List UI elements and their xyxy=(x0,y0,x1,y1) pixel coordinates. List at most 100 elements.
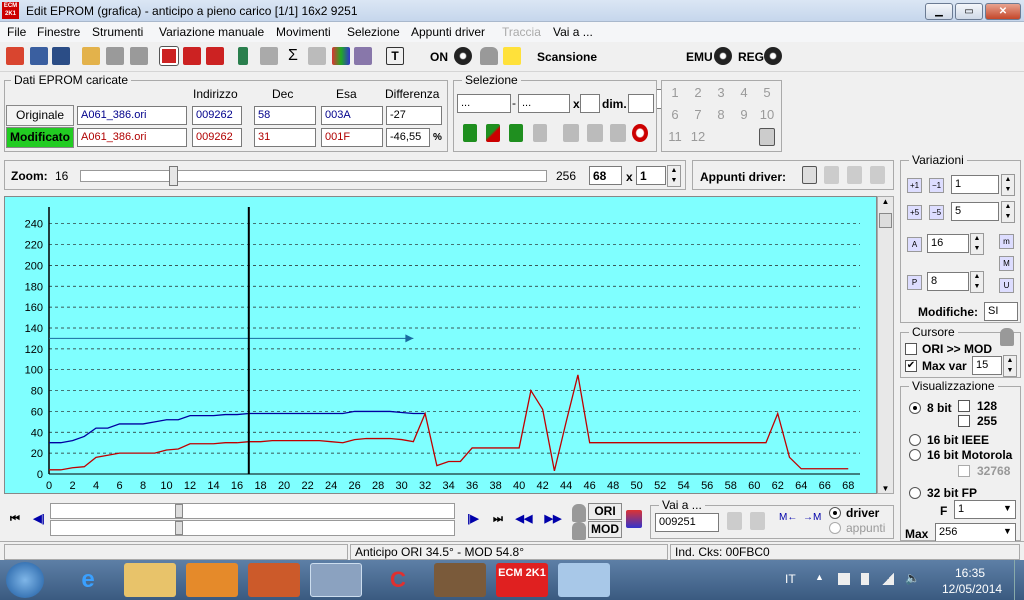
clipboard-icon[interactable] xyxy=(759,128,775,146)
media-player-icon[interactable] xyxy=(186,563,238,597)
radio-8bit[interactable] xyxy=(909,402,921,414)
nav-next-icon[interactable]: |▶ xyxy=(462,506,484,532)
minus5-icon[interactable]: −5 xyxy=(929,205,944,220)
lang-indicator[interactable]: IT xyxy=(785,572,796,586)
scroll-thumb[interactable] xyxy=(879,213,892,228)
minimize-button[interactable]: ▁ xyxy=(925,3,953,20)
menu-movimenti[interactable]: Movimenti xyxy=(276,25,331,39)
emule-icon[interactable] xyxy=(434,563,486,597)
control-panel-icon[interactable] xyxy=(248,563,300,597)
check-icon[interactable] xyxy=(159,46,179,66)
tray-volume-icon[interactable]: 🔈 xyxy=(905,571,920,585)
zoom-value-input[interactable]: 68 xyxy=(589,166,622,185)
nav-scrollbar-bottom-thumb[interactable] xyxy=(175,521,183,535)
select-range-icon[interactable] xyxy=(509,124,523,142)
print-icon[interactable] xyxy=(308,47,326,65)
var-step1-input[interactable]: 1 xyxy=(951,175,999,194)
anticipo-chart[interactable]: 0204060801001201401601802002202400 2 4 6 8 10… xyxy=(5,197,878,495)
var-step1-spinner[interactable]: ▲ ▼ xyxy=(1001,174,1015,196)
edit-icon[interactable] xyxy=(260,47,278,65)
selezione-x-input[interactable] xyxy=(580,94,600,113)
vaia-left-icon[interactable] xyxy=(727,512,742,530)
u-icon[interactable]: U xyxy=(999,278,1014,293)
menu-traccia[interactable]: Traccia xyxy=(502,25,541,39)
nav-prev-icon[interactable]: ◀| xyxy=(28,506,50,532)
paste-sel-icon[interactable] xyxy=(587,124,603,142)
zoom-slider-thumb[interactable] xyxy=(169,166,179,186)
nav-scrollbar-top-thumb[interactable] xyxy=(175,504,183,518)
mod-button[interactable]: MOD xyxy=(588,521,622,538)
numpad-1[interactable]: 1 xyxy=(666,85,684,100)
appunti-paste-icon[interactable] xyxy=(824,166,839,184)
undo-sel-icon[interactable] xyxy=(632,124,648,142)
numpad-6[interactable]: 6 xyxy=(666,107,684,122)
numpad-9[interactable]: 9 xyxy=(735,107,753,122)
var-a-spinner[interactable]: ▲ ▼ xyxy=(970,233,984,255)
scroll-up-icon[interactable]: ▲ xyxy=(878,197,893,206)
m-top-icon[interactable]: m xyxy=(999,234,1014,249)
text-icon[interactable]: T xyxy=(386,47,404,65)
clock-time[interactable]: 16:35 xyxy=(955,566,985,580)
save-as-icon[interactable] xyxy=(130,47,148,65)
compare-icon[interactable] xyxy=(626,510,642,528)
ori-mod-checkbox[interactable] xyxy=(905,343,917,355)
plus5-icon[interactable]: +5 xyxy=(907,205,922,220)
numpad-8[interactable]: 8 xyxy=(712,107,730,122)
vaia-mark-left-icon[interactable]: M← xyxy=(779,512,799,530)
radio-32bit-fp[interactable] xyxy=(909,487,921,499)
ecm-app-icon[interactable]: ECM 2K1 xyxy=(496,563,548,597)
nav-prev-page-icon[interactable]: ◀◀ xyxy=(513,506,535,532)
nav-scrollbar-top[interactable] xyxy=(50,503,455,519)
numpad-4[interactable]: 4 xyxy=(735,85,753,100)
tray-network-icon[interactable] xyxy=(882,573,894,585)
numpad-2[interactable]: 2 xyxy=(689,85,707,100)
menu-file[interactable]: File xyxy=(7,25,26,39)
home-icon[interactable] xyxy=(6,47,24,65)
file-explorer-icon[interactable] xyxy=(124,563,176,597)
nav-first-icon[interactable]: ⏮ xyxy=(4,506,26,532)
max-var-checkbox[interactable]: ✔ xyxy=(905,360,917,372)
selezione-to-input[interactable]: ... xyxy=(518,94,570,113)
tray-flag-icon[interactable] xyxy=(838,573,850,585)
var-step5-spinner[interactable]: ▲ ▼ xyxy=(1001,201,1015,223)
zoom-multiplier-spinner[interactable]: ▲ ▼ xyxy=(667,165,681,187)
vaia-right-icon[interactable] xyxy=(750,512,765,530)
show-desktop-button[interactable] xyxy=(1014,560,1024,600)
chart-vertical-scrollbar[interactable]: ▲ ▼ xyxy=(877,196,894,494)
select-disabled-icon[interactable] xyxy=(533,124,547,142)
firefox-icon[interactable] xyxy=(310,563,362,597)
selezione-dim-input[interactable] xyxy=(628,94,654,113)
sigma-icon[interactable]: Σ xyxy=(284,47,302,65)
zero-icon[interactable] xyxy=(206,47,224,65)
appunti-sub-icon[interactable] xyxy=(870,166,885,184)
windows-icon[interactable] xyxy=(30,47,48,65)
numpad-7[interactable]: 7 xyxy=(689,107,707,122)
ori-button[interactable]: ORI xyxy=(588,503,622,520)
radio-driver[interactable] xyxy=(829,507,841,519)
chk-255[interactable] xyxy=(958,415,970,427)
select-clear-icon[interactable] xyxy=(486,124,500,142)
chk-32768[interactable] xyxy=(958,465,970,477)
var-p-input[interactable]: 8 xyxy=(927,272,969,291)
menu-vai-a[interactable]: Vai a ... xyxy=(553,25,593,39)
modificato-button[interactable]: Modificato xyxy=(6,127,74,148)
menu-selezione[interactable]: Selezione xyxy=(347,25,400,39)
mod-lock-icon[interactable] xyxy=(572,522,586,540)
numpad-10[interactable]: 10 xyxy=(758,107,776,122)
numpad-3[interactable]: 3 xyxy=(712,85,730,100)
radio-16bit-motorola[interactable] xyxy=(909,449,921,461)
menu-appunti-driver[interactable]: Appunti driver xyxy=(411,25,485,39)
radio-appunti[interactable] xyxy=(829,522,841,534)
menu-variazione-manuale[interactable]: Variazione manuale xyxy=(159,25,264,39)
p-step-icon[interactable]: P xyxy=(907,275,922,290)
plus1-icon[interactable]: +1 xyxy=(907,178,922,193)
copy-sel-icon[interactable] xyxy=(563,124,579,142)
appunti-copy-icon[interactable] xyxy=(802,166,817,184)
zoom-slider-track[interactable] xyxy=(80,170,547,182)
runner-icon[interactable] xyxy=(503,47,521,65)
var-a-input[interactable]: 16 xyxy=(927,234,969,253)
chk-128[interactable] xyxy=(958,400,970,412)
tray-battery-icon[interactable] xyxy=(861,573,869,585)
open-folder-icon[interactable] xyxy=(82,47,100,65)
scroll-down-icon[interactable]: ▼ xyxy=(878,484,893,493)
